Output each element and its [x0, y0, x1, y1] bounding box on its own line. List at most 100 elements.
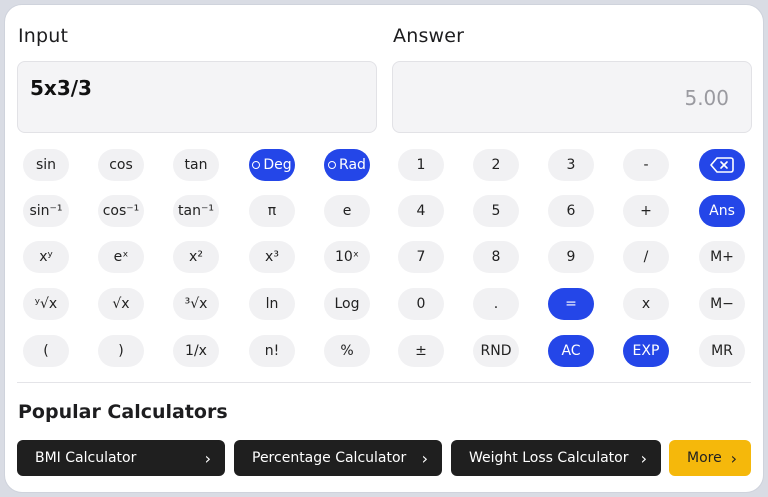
key-label: 2: [491, 157, 501, 173]
key-label: ³√x: [184, 296, 208, 312]
bmi-calculator-label: BMI Calculator: [35, 450, 137, 466]
sin-key[interactable]: sin: [23, 149, 69, 181]
key-label: 1: [416, 157, 426, 173]
rad-key[interactable]: Rad: [324, 149, 370, 181]
key-label: tan⁻¹: [178, 203, 214, 219]
key-label: 5: [491, 203, 501, 219]
factorial-key[interactable]: n!: [249, 335, 295, 367]
deg-key[interactable]: Deg: [249, 149, 295, 181]
bmi-calculator-button[interactable]: BMI Calculator ›: [17, 440, 225, 476]
cos-key[interactable]: cos: [98, 149, 144, 181]
ac-key[interactable]: AC: [548, 335, 594, 367]
exp-key[interactable]: EXP: [623, 335, 669, 367]
key-label: .: [493, 296, 499, 312]
more-calculators-button[interactable]: More ›: [669, 440, 751, 476]
tan-key[interactable]: tan: [173, 149, 219, 181]
key-label: 4: [416, 203, 426, 219]
chevron-right-icon: ›: [204, 448, 211, 468]
0-key[interactable]: 0: [398, 288, 444, 320]
3-key[interactable]: 3: [548, 149, 594, 181]
answer-heading: Answer: [393, 25, 465, 47]
key-label: cos: [109, 157, 133, 173]
popular-calculators-title: Popular Calculators: [18, 401, 228, 423]
chevron-right-icon: ›: [730, 448, 737, 468]
key-label: M−: [710, 296, 734, 312]
y-root-key[interactable]: ʸ√x: [23, 288, 69, 320]
key-label: 9: [566, 249, 576, 265]
exp-e-key[interactable]: eˣ: [98, 241, 144, 273]
5-key[interactable]: 5: [473, 195, 519, 227]
arccos-key[interactable]: cos⁻¹: [98, 195, 144, 227]
4-key[interactable]: 4: [398, 195, 444, 227]
weight-loss-calculator-button[interactable]: Weight Loss Calculator ›: [451, 440, 661, 476]
key-label: e: [342, 203, 352, 219]
square-root-key[interactable]: √x: [98, 288, 144, 320]
percentage-calculator-button[interactable]: Percentage Calculator ›: [234, 440, 442, 476]
arctan-key[interactable]: tan⁻¹: [173, 195, 219, 227]
key-label: -: [643, 157, 649, 173]
key-label: ʸ√x: [34, 296, 58, 312]
input-display[interactable]: 5x3/3: [17, 61, 377, 133]
divider: [17, 382, 751, 383]
decimal-point-key[interactable]: .: [473, 288, 519, 320]
1-key[interactable]: 1: [398, 149, 444, 181]
key-label: =: [565, 296, 577, 312]
key-label: tan: [184, 157, 208, 173]
pi-key[interactable]: π: [249, 195, 295, 227]
key-label: AC: [561, 343, 581, 359]
radio-icon: [328, 161, 337, 169]
9-key[interactable]: 9: [548, 241, 594, 273]
log-key[interactable]: Log: [324, 288, 370, 320]
close-paren-key[interactable]: ): [98, 335, 144, 367]
7-key[interactable]: 7: [398, 241, 444, 273]
rnd-key[interactable]: RND: [473, 335, 519, 367]
reciprocal-key[interactable]: 1/x: [173, 335, 219, 367]
square-key[interactable]: x²: [173, 241, 219, 273]
chevron-right-icon: ›: [421, 448, 428, 468]
key-label: ): [118, 343, 124, 359]
backspace-icon: [710, 157, 734, 173]
percentage-calculator-label: Percentage Calculator: [252, 450, 407, 466]
plus-minus-key[interactable]: ±: [398, 335, 444, 367]
key-label: 7: [416, 249, 426, 265]
key-label: 3: [566, 157, 576, 173]
key-label: π: [267, 203, 277, 219]
backspace-key[interactable]: [699, 149, 745, 181]
answer-value: 5.00: [684, 86, 729, 110]
e-key[interactable]: e: [324, 195, 370, 227]
arcsin-key[interactable]: sin⁻¹: [23, 195, 69, 227]
ans-key[interactable]: Ans: [699, 195, 745, 227]
key-label: 0: [416, 296, 426, 312]
percent-key[interactable]: %: [324, 335, 370, 367]
key-label: √x: [112, 296, 130, 312]
open-paren-key[interactable]: (: [23, 335, 69, 367]
equals-key[interactable]: =: [548, 288, 594, 320]
key-label: 8: [491, 249, 501, 265]
key-label: n!: [264, 343, 280, 359]
minus-key[interactable]: -: [623, 149, 669, 181]
multiply-key[interactable]: x: [623, 288, 669, 320]
ln-key[interactable]: ln: [249, 288, 295, 320]
cube-key[interactable]: x³: [249, 241, 295, 273]
2-key[interactable]: 2: [473, 149, 519, 181]
plus-key[interactable]: +: [623, 195, 669, 227]
radio-icon: [252, 161, 261, 169]
divide-key[interactable]: /: [623, 241, 669, 273]
key-label: /: [643, 249, 649, 265]
key-label: %: [340, 343, 354, 359]
key-label: 10ˣ: [334, 249, 360, 265]
weight-loss-calculator-label: Weight Loss Calculator: [469, 450, 629, 466]
key-label: ±: [415, 343, 427, 359]
key-label: 6: [566, 203, 576, 219]
power-key[interactable]: xʸ: [23, 241, 69, 273]
cube-root-key[interactable]: ³√x: [173, 288, 219, 320]
memory-subtract-key[interactable]: M−: [699, 288, 745, 320]
mr-key[interactable]: MR: [699, 335, 745, 367]
more-label: More: [687, 450, 722, 466]
6-key[interactable]: 6: [548, 195, 594, 227]
key-label: ln: [265, 296, 279, 312]
memory-add-key[interactable]: M+: [699, 241, 745, 273]
key-label: eˣ: [113, 249, 129, 265]
ten-power-key[interactable]: 10ˣ: [324, 241, 370, 273]
8-key[interactable]: 8: [473, 241, 519, 273]
